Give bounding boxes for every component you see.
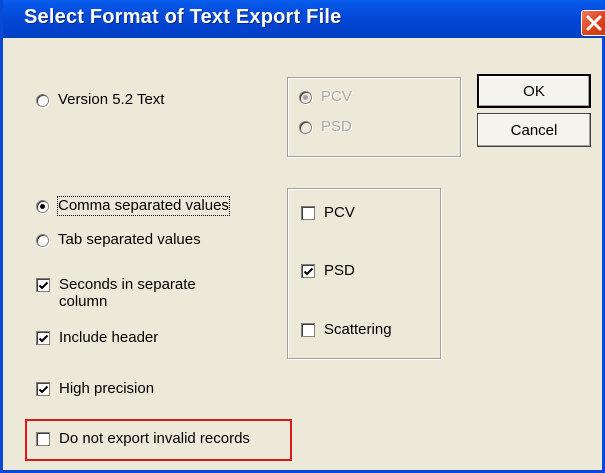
include-header-checkbox-box <box>36 331 50 345</box>
high-precision-label: High precision <box>59 380 155 397</box>
export-format-dialog: Select Format of Text Export File Versio… <box>0 0 605 473</box>
comma-radio-circle <box>36 199 49 213</box>
include-header-checkbox[interactable]: Include header <box>36 329 158 347</box>
tab-separated-radio[interactable]: Tab separated values <box>36 231 201 249</box>
invalid-records-checkbox-box <box>36 432 50 446</box>
dialog-title: Select Format of Text Export File <box>24 6 342 28</box>
scattering-label: Scattering <box>324 321 392 338</box>
version-52-label: Version 5.2 Text <box>58 91 165 108</box>
high-precision-checkbox-box <box>36 382 50 396</box>
tab-separated-label: Tab separated values <box>58 231 201 248</box>
version-psd-label: PSD <box>321 118 352 135</box>
include-header-label: Include header <box>59 329 159 346</box>
version-psd-radio-circle <box>299 120 312 134</box>
seconds-checkbox-box <box>36 278 50 292</box>
version-52-radio-circle <box>36 93 49 107</box>
version-52-radio[interactable]: Version 5.2 Text <box>36 91 164 109</box>
version-pcv-label: PCV <box>321 88 352 105</box>
seconds-column-checkbox[interactable]: Seconds in separate column <box>36 276 219 310</box>
tab-radio-circle <box>36 233 49 247</box>
version-psd-radio[interactable]: PSD <box>299 118 352 136</box>
high-precision-checkbox[interactable]: High precision <box>36 380 154 398</box>
psd-label: PSD <box>324 262 355 279</box>
invalid-records-label: Do not export invalid records <box>59 430 250 447</box>
invalid-records-checkbox[interactable]: Do not export invalid records <box>36 430 250 448</box>
psd-checkbox[interactable]: PSD <box>301 262 355 280</box>
pcv-label: PCV <box>324 204 355 221</box>
close-button[interactable] <box>581 10 605 36</box>
version-pcv-radio[interactable]: PCV <box>299 88 352 106</box>
scattering-checkbox[interactable]: Scattering <box>301 321 392 339</box>
pcv-checkbox-box <box>301 206 315 220</box>
title-bar[interactable]: Select Format of Text Export File <box>3 0 605 38</box>
cancel-button[interactable]: Cancel <box>477 113 591 147</box>
scattering-checkbox-box <box>301 323 315 337</box>
comma-separated-label: Comma separated values <box>57 196 230 216</box>
psd-checkbox-box <box>301 264 315 278</box>
comma-separated-radio[interactable]: Comma separated values <box>36 196 230 216</box>
pcv-checkbox[interactable]: PCV <box>301 204 355 222</box>
ok-button[interactable]: OK <box>477 74 591 108</box>
version-pcv-radio-circle <box>299 90 312 104</box>
seconds-column-label: Seconds in separate column <box>59 276 196 310</box>
